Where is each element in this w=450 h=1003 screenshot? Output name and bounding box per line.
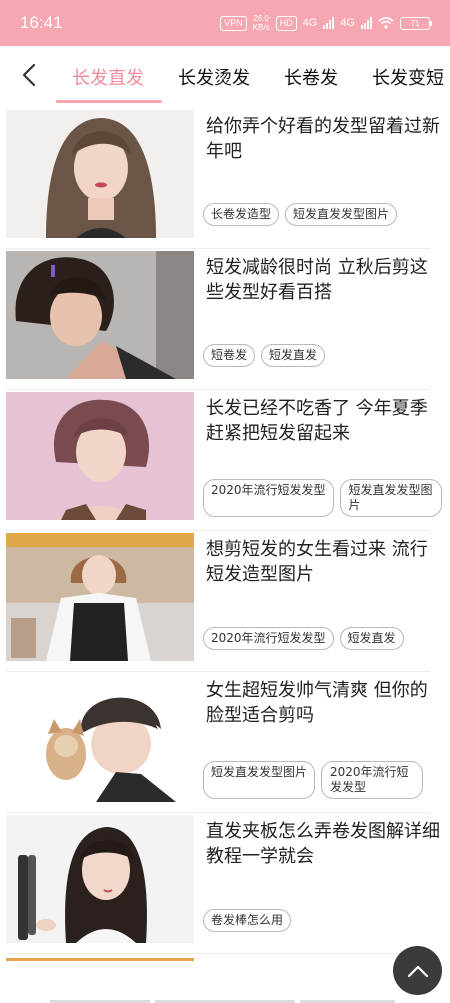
article-title[interactable]: 给你弄个好看的发型留着过新年吧 (206, 114, 442, 164)
article-thumbnail (6, 533, 194, 661)
tab-long-straight[interactable]: 长发直发 (72, 64, 144, 90)
article-thumbnail (6, 958, 194, 1003)
status-bar: 16:41 VPN 26.0 KB/s HD 4G 4G 71 (0, 0, 450, 46)
signal-icon (323, 17, 335, 29)
tag-chip[interactable]: 短发直发 (261, 344, 326, 367)
article-tags: 2020年流行短发发型 短发直发 (203, 627, 443, 650)
tab-long-perm[interactable]: 长发烫发 (178, 64, 250, 90)
network-speed-value: 26.0 (253, 14, 269, 23)
chevron-left-icon (22, 63, 36, 87)
article-card[interactable]: 想剪短发的女生看过来 流行短发造型图片 2020年流行短发发型 短发直发 (0, 531, 450, 672)
tag-chip[interactable]: 长卷发造型 (203, 203, 280, 226)
article-card[interactable] (0, 954, 450, 1003)
article-card[interactable]: 直发夹板怎么弄卷发图解详细教程一学就会 卷发棒怎么用 (0, 813, 450, 954)
article-tags: 短卷发 短发直发 (203, 344, 443, 367)
scroll-top-button[interactable] (393, 946, 442, 995)
signal-icon-2 (361, 17, 372, 29)
top-nav: 长发直发 长发烫发 长卷发 长发变短 (0, 46, 450, 108)
article-tags: 长卷发造型 短发直发发型图片 (203, 203, 443, 226)
tag-chip[interactable]: 短发直发 (339, 627, 404, 650)
tag-chip[interactable]: 短发直发发型图片 (339, 479, 442, 517)
article-card[interactable]: 女生超短发帅气清爽 但你的脸型适合剪吗 短发直发发型图片 2020年流行短发发型 (0, 672, 450, 813)
chevron-up-icon (407, 965, 428, 977)
tag-chip[interactable]: 卷发棒怎么用 (203, 909, 292, 932)
tab-long-curly[interactable]: 长卷发 (284, 64, 338, 90)
article-title[interactable]: 直发夹板怎么弄卷发图解详细教程一学就会 (206, 819, 442, 869)
tag-chip[interactable]: 短卷发 (203, 344, 256, 367)
network-speed-unit: KB/s (252, 23, 270, 32)
tag-chip[interactable]: 2020年流行短发发型 (321, 761, 424, 799)
article-title[interactable]: 想剪短发的女生看过来 流行短发造型图片 (206, 537, 442, 587)
tag-chip[interactable]: 短发直发发型图片 (203, 761, 316, 799)
back-button[interactable] (14, 60, 44, 90)
tab-long-to-short[interactable]: 长发变短 (372, 64, 444, 90)
status-icons: VPN 26.0 KB/s HD 4G 4G 71 (220, 14, 432, 32)
article-title[interactable]: 短发减龄很时尚 立秋后剪这些发型好看百搭 (206, 255, 442, 305)
net-label-2: 4G (340, 17, 355, 29)
article-title[interactable]: 女生超短发帅气清爽 但你的脸型适合剪吗 (206, 678, 442, 728)
article-title[interactable]: 长发已经不吃香了 今年夏季赶紧把短发留起来 (206, 396, 442, 446)
battery-icon: 71 (400, 16, 432, 30)
article-card[interactable]: 长发已经不吃香了 今年夏季赶紧把短发留起来 2020年流行短发发型 短发直发发型… (0, 390, 450, 531)
article-tags: 卷发棒怎么用 (203, 909, 443, 932)
net-label-1: 4G (302, 17, 318, 29)
status-time: 16:41 (20, 13, 63, 32)
article-card[interactable]: 短发减龄很时尚 立秋后剪这些发型好看百搭 短卷发 短发直发 (0, 249, 450, 390)
vpn-badge: VPN (220, 15, 247, 31)
article-tags: 短发直发发型图片 2020年流行短发发型 (203, 761, 443, 799)
article-thumbnail (6, 251, 194, 379)
hd-badge: HD (275, 15, 297, 31)
wifi-icon (378, 17, 394, 29)
tag-chip[interactable]: 2020年流行短发发型 (203, 627, 334, 650)
tag-chip[interactable]: 2020年流行短发发型 (203, 479, 334, 517)
active-tab-indicator (56, 100, 162, 103)
article-thumbnail (6, 674, 194, 802)
tag-chip[interactable]: 短发直发发型图片 (285, 203, 398, 226)
article-card[interactable]: 给你弄个好看的发型留着过新年吧 长卷发造型 短发直发发型图片 (0, 108, 450, 249)
article-thumbnail (6, 110, 194, 238)
network-speed: 26.0 KB/s (253, 14, 270, 32)
article-thumbnail (6, 815, 194, 943)
article-thumbnail (6, 392, 194, 520)
article-tags: 2020年流行短发发型 短发直发发型图片 (203, 479, 443, 517)
